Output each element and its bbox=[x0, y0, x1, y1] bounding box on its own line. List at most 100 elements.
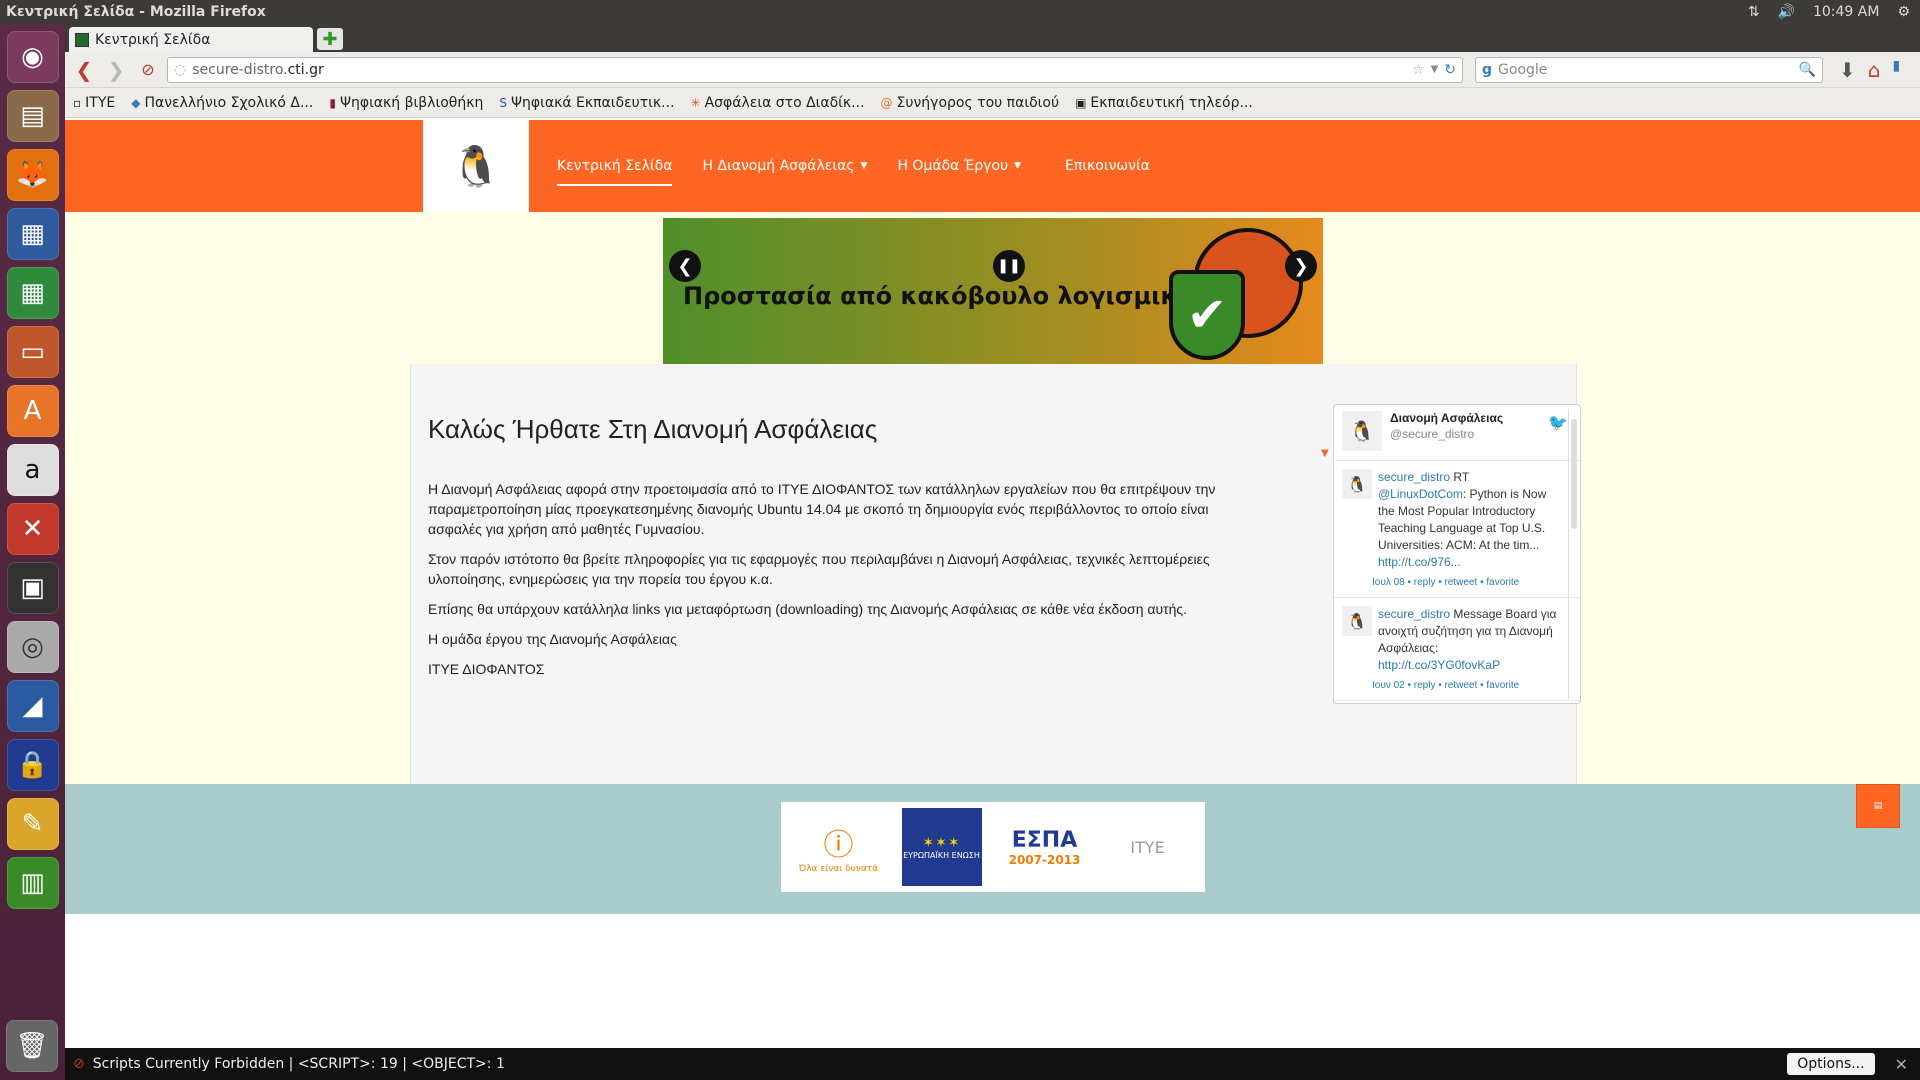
web-page: 🐧 Κεντρική Σελίδα Η Διανομή Ασφάλειας ▼ Η… bbox=[65, 120, 1920, 1048]
bookmark-item[interactable]: @ Συνήγορος του παιδιού bbox=[881, 95, 1060, 111]
nav-team[interactable]: Η Ομάδα Έργου ▼ bbox=[897, 120, 1021, 212]
back-button[interactable]: ❮ bbox=[71, 57, 97, 83]
url-bar[interactable]: ◌ secure-distro.cti.gr ☆ ▼ ↻ bbox=[167, 56, 1463, 83]
bookmark-item[interactable]: ▣ Εκπαιδευτική τηλεόρ... bbox=[1075, 95, 1253, 111]
tweet-mention-link[interactable]: @LinuxDotCom bbox=[1378, 487, 1463, 501]
save-icon[interactable]: ▣ bbox=[6, 562, 59, 614]
url-text[interactable]: secure-distro.cti.gr bbox=[192, 62, 1406, 78]
tweet-meta[interactable]: Ιουν 02 • reply • retweet • favorite bbox=[1372, 677, 1558, 694]
article-options-chevron-icon[interactable]: ▼ bbox=[1321, 448, 1329, 459]
prev-slide-button[interactable]: ❮ bbox=[669, 250, 701, 282]
article: Καλώς Ήρθατε Στη Διανομή Ασφάλειας Η Δια… bbox=[428, 414, 1258, 689]
firefox-window: Κεντρική Σελίδα ✚ ❮ ❯ ⊘ ◌ secure-distro.… bbox=[65, 24, 1920, 1080]
twitter-avatar[interactable]: 🐧 bbox=[1342, 411, 1382, 451]
tweet-user-link[interactable]: secure_distro bbox=[1378, 607, 1450, 621]
noscript-icon[interactable]: ⊘ bbox=[73, 1056, 85, 1072]
firefox-icon[interactable]: 🦊 bbox=[6, 149, 59, 201]
close-icon[interactable]: ✕ bbox=[1883, 1055, 1920, 1074]
history-dropdown-icon[interactable]: ▼ bbox=[1431, 64, 1439, 75]
eu-logo[interactable]: ✶✶✶ ΕΥΡΩΠΑΪΚΗ ΕΝΩΣΗ bbox=[901, 808, 982, 886]
lock-icon[interactable]: 🔒 bbox=[6, 739, 59, 791]
impress-icon[interactable]: ▭ bbox=[6, 326, 59, 378]
bookmark-item[interactable]: ▮ Ψηφιακή βιβλιοθήκη bbox=[329, 95, 483, 111]
ubuntu-dash-icon[interactable]: ◉ bbox=[6, 31, 59, 83]
nav-home[interactable]: Κεντρική Σελίδα bbox=[557, 120, 673, 212]
site-logo[interactable]: 🐧 bbox=[423, 120, 529, 212]
itye-logo[interactable]: ΙΤΥΕ bbox=[1108, 808, 1188, 886]
article-paragraph: Επίσης θα υπάρχουν κατάλληλα links για μ… bbox=[428, 601, 1188, 617]
next-slide-button[interactable]: ❯ bbox=[1285, 250, 1317, 282]
page-icon: ▮ bbox=[329, 95, 336, 110]
article-paragraph: Η Διανομή Ασφάλειας αφορά στην προετοιμα… bbox=[428, 481, 1216, 537]
system-settings-icon[interactable]: ✕ bbox=[6, 503, 59, 555]
twitter-bird-icon[interactable]: 🐦 bbox=[1548, 413, 1568, 432]
shield-check-icon: ✔ bbox=[1169, 270, 1245, 360]
page-icon: @ bbox=[880, 95, 893, 110]
page-title: Καλώς Ήρθατε Στη Διανομή Ασφάλειας bbox=[428, 414, 878, 444]
amazon-icon[interactable]: a bbox=[6, 444, 59, 496]
top-panel: Κεντρική Σελίδα - Mozilla Firefox ⇅ 🔊 10… bbox=[0, 0, 1920, 24]
options-button[interactable]: Options... bbox=[1787, 1053, 1875, 1075]
banner-slider[interactable]: Προστασία από κακόβουλο λογισμικό ❮ ❚❚ ✔… bbox=[663, 218, 1323, 368]
sponsor-footer: ⓘ Όλα είναι δυνατά ✶✶✶ ΕΥΡΩΠΑΪΚΗ ΕΝΩΣΗ ΕΣΠ… bbox=[65, 784, 1920, 914]
nav-distro[interactable]: Η Διανομή Ασφάλειας ▼ bbox=[702, 120, 867, 212]
google-engine-icon[interactable]: g bbox=[1482, 62, 1492, 78]
tweet-avatar[interactable]: 🐧 bbox=[1342, 606, 1372, 636]
writer-icon[interactable]: ▦ bbox=[6, 208, 59, 260]
network-icon[interactable]: ⇅ bbox=[1748, 4, 1760, 20]
page-icon: ▣ bbox=[1075, 95, 1087, 110]
tab-bar: Κεντρική Σελίδα ✚ bbox=[65, 24, 1920, 52]
tweet-link[interactable]: http://t.co/976... bbox=[1378, 555, 1461, 569]
shield-icon[interactable]: ◢ bbox=[6, 680, 59, 732]
bookmark-item[interactable]: ✳ Ασφάλεια στο Διαδίκ... bbox=[691, 95, 865, 111]
bookmarks-toolbar: ▫ ΙΤΥΕ ◆ Πανελλήνιο Σχολικό Δ... ▮ Ψηφιακή … bbox=[65, 88, 1920, 118]
tab-title: Κεντρική Σελίδα bbox=[95, 31, 211, 48]
tab-active[interactable]: Κεντρική Σελίδα bbox=[69, 27, 313, 52]
forward-button[interactable]: ❯ bbox=[103, 57, 129, 83]
noscript-icon[interactable]: ⊘ bbox=[135, 57, 161, 83]
cleaner-icon[interactable]: ✎ bbox=[6, 798, 59, 850]
bookmark-item[interactable]: ▫ ΙΤΥΕ bbox=[73, 95, 115, 111]
pause-slide-button[interactable]: ❚❚ bbox=[993, 250, 1025, 282]
software-center-icon[interactable]: A bbox=[6, 385, 59, 437]
new-tab-button[interactable]: ✚ bbox=[317, 28, 343, 50]
addon-icon[interactable]: ▮ bbox=[1892, 58, 1900, 82]
volume-icon[interactable]: 🔊 bbox=[1778, 4, 1795, 20]
espa-logo[interactable]: ΕΣΠΑ 2007-2013 bbox=[1005, 808, 1085, 886]
twitter-name[interactable]: Διανομή Ασφάλειας bbox=[1390, 411, 1503, 425]
reload-icon[interactable]: ↻ bbox=[1444, 62, 1456, 78]
clock[interactable]: 10:49 AM bbox=[1813, 4, 1879, 20]
bookmark-item[interactable]: ◆ Πανελλήνιο Σχολικό Δ... bbox=[131, 95, 313, 111]
nav-contact[interactable]: Επικοινωνία bbox=[1065, 120, 1150, 212]
article-paragraph: Η ομάδα έργου της Διανομής Ασφάλειας bbox=[428, 631, 677, 647]
files-icon[interactable]: ▤ bbox=[6, 90, 59, 142]
page-icon: S bbox=[499, 95, 507, 110]
search-input[interactable]: Google bbox=[1498, 62, 1793, 78]
tweet-user-link[interactable]: secure_distro bbox=[1378, 470, 1450, 484]
site-header: 🐧 Κεντρική Σελίδα Η Διανομή Ασφάλειας ▼ Η… bbox=[65, 120, 1920, 212]
article-paragraph: ΙΤΥΕ ΔΙΟΦΑΝΤΟΣ bbox=[428, 661, 545, 677]
tux-icon: 🐧 bbox=[451, 143, 501, 190]
psifiaki-ellada-logo[interactable]: ⓘ Όλα είναι δυνατά bbox=[799, 808, 879, 886]
calc-icon[interactable]: ▦ bbox=[6, 267, 59, 319]
banner-caption: Προστασία από κακόβουλο λογισμικό bbox=[683, 282, 1195, 310]
tweet-avatar[interactable]: 🐧 bbox=[1342, 469, 1372, 499]
bookmark-star-icon[interactable]: ☆ bbox=[1412, 62, 1425, 78]
cd-r-icon[interactable]: ◎ bbox=[6, 621, 59, 673]
home-icon[interactable]: ⌂ bbox=[1868, 58, 1881, 82]
twitter-header: 🐧 Διανομή Ασφάλειας @secure_distro 🐦 bbox=[1334, 405, 1580, 461]
download-icon[interactable]: ⬇ bbox=[1839, 58, 1856, 82]
tweet-meta[interactable]: Ιουλ 08 • reply • retweet • favorite bbox=[1372, 574, 1558, 591]
bookmark-item[interactable]: S Ψηφιακά Εκπαιδευτικ... bbox=[499, 95, 674, 111]
side-toggle-button[interactable]: ▤ bbox=[1856, 784, 1900, 828]
search-icon[interactable]: 🔍 bbox=[1799, 62, 1816, 78]
trash-icon[interactable]: 🗑 bbox=[6, 1020, 58, 1072]
twitter-widget: 🐧 Διανομή Ασφάλειας @secure_distro 🐦 🐧 s… bbox=[1333, 404, 1581, 704]
tweet-link[interactable]: http://t.co/3YG0fovKaP bbox=[1378, 658, 1500, 672]
monitor-icon[interactable]: ▥ bbox=[6, 857, 59, 909]
twitter-handle[interactable]: @secure_distro bbox=[1390, 427, 1503, 441]
twitter-scrollbar-thumb[interactable] bbox=[1571, 419, 1577, 529]
noscript-status-text: Scripts Currently Forbidden | <SCRIPT>: … bbox=[92, 1056, 505, 1072]
search-bar[interactable]: g Google 🔍 bbox=[1475, 56, 1823, 83]
gear-icon[interactable]: ⚙ bbox=[1897, 4, 1910, 20]
